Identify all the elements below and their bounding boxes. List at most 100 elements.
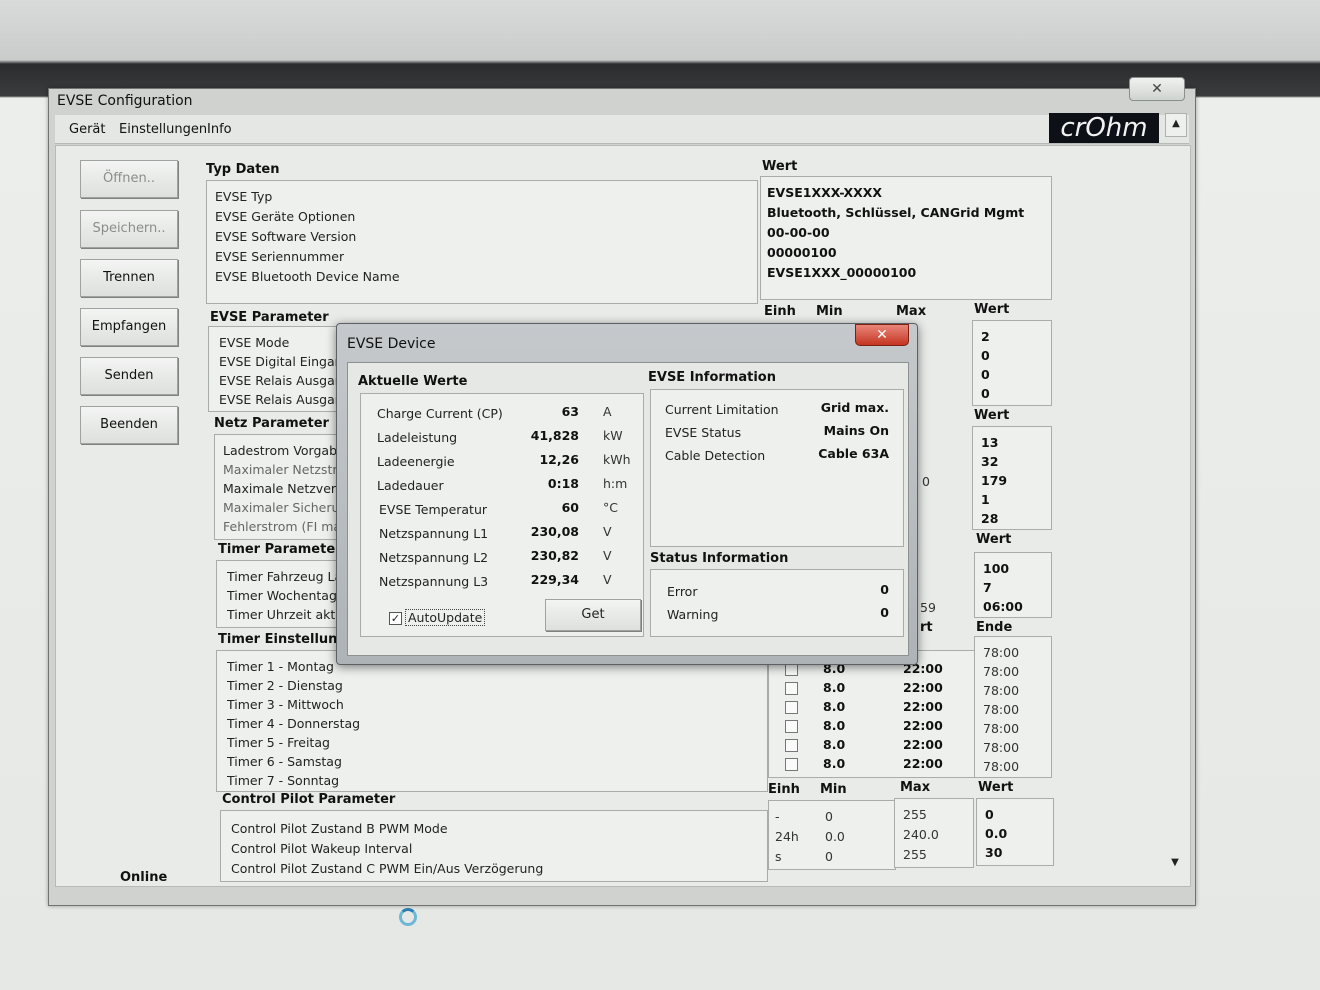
- aw-value: 60: [561, 500, 579, 515]
- menu-einstellungen[interactable]: Einstellungen: [119, 122, 207, 137]
- save-button[interactable]: Speichern..: [80, 210, 178, 248]
- status-information-header: Status Information: [650, 551, 789, 566]
- aw-unit: V: [603, 548, 612, 563]
- aw-label: Netzspannung L2: [379, 550, 489, 565]
- param-value[interactable]: 0: [981, 348, 990, 363]
- cp-value[interactable]: 30: [985, 845, 1002, 860]
- aw-label: Charge Current (CP): [377, 406, 503, 421]
- typ-daten-values-panel: EVSE1XXX-XXXX Bluetooth, Schlüssel, CANG…: [760, 176, 1052, 300]
- param-value[interactable]: 2: [981, 329, 990, 344]
- timer-param-value[interactable]: 06:00: [983, 599, 1023, 614]
- timer-param-value[interactable]: 100: [983, 561, 1009, 576]
- autoupdate-label[interactable]: AutoUpdate: [405, 609, 486, 626]
- timer-ende-value[interactable]: 78:00: [983, 645, 1019, 660]
- cp-value[interactable]: 0.0: [985, 826, 1007, 841]
- col-min: Min: [816, 304, 843, 319]
- netz-parameter-labels-panel: Ladestrom Vorgabe Maximaler Netzstrom Ma…: [214, 434, 350, 540]
- busy-spinner-icon: [399, 908, 417, 926]
- evse-parameter-labels-panel: EVSE Mode EVSE Digital Eingang EVSE Rela…: [208, 326, 351, 412]
- timer-ende-value[interactable]: 78:00: [983, 759, 1019, 774]
- netz-value[interactable]: 179: [981, 473, 1007, 488]
- cp-row-label: Control Pilot Zustand C PWM Ein/Aus Verz…: [231, 861, 544, 876]
- control-pilot-labels-panel: Control Pilot Zustand B PWM Mode Control…: [220, 810, 768, 882]
- timer-start-value[interactable]: 8.0: [823, 737, 845, 752]
- timer-enable-checkbox[interactable]: [785, 758, 798, 771]
- timer-ende-values-panel: 78:00 78:00 78:00 78:00 78:00 78:00 78:0…: [974, 636, 1052, 778]
- si-label: Warning: [667, 607, 719, 622]
- ei-label: Current Limitation: [665, 402, 779, 417]
- param-value[interactable]: 0: [981, 386, 990, 401]
- aw-value: 230,08: [530, 524, 579, 539]
- menu-info[interactable]: Info: [207, 122, 232, 137]
- timer-start-value[interactable]: 8.0: [823, 699, 845, 714]
- brand-logo: crOhm: [1049, 113, 1159, 143]
- exit-button[interactable]: Beenden: [80, 406, 178, 444]
- netz-max-partial: 0: [922, 474, 930, 489]
- cp-einh: s: [775, 849, 782, 864]
- cp-row-label: Control Pilot Zustand B PWM Mode: [231, 821, 448, 836]
- get-button[interactable]: Get: [545, 599, 641, 631]
- timer-ende-value[interactable]: 78:00: [983, 702, 1019, 717]
- timer-param-value[interactable]: 7: [983, 580, 992, 595]
- cp-value[interactable]: 0: [985, 807, 994, 822]
- timer-enable-checkbox[interactable]: [785, 739, 798, 752]
- netz-row-label: Ladestrom Vorgabe: [223, 443, 345, 458]
- netz-value[interactable]: 13: [981, 435, 998, 450]
- netz-value[interactable]: 1: [981, 492, 990, 507]
- timer-parameter-labels-panel: Timer Fahrzeug Lad Timer Wochentag al Ti…: [216, 560, 350, 628]
- cp-max: 255: [903, 807, 927, 822]
- timer-max-value[interactable]: 22:00: [903, 737, 943, 752]
- timer-max-value[interactable]: 22:00: [903, 680, 943, 695]
- netz-value[interactable]: 32: [981, 454, 998, 469]
- timer-param-label: Timer Fahrzeug Lad: [227, 569, 349, 584]
- typ-row-value: 00-00-00: [767, 225, 830, 240]
- evse-information-panel: Current Limitation EVSE Status Cable Det…: [650, 389, 904, 547]
- typ-row-value: Bluetooth, Schlüssel, CANGrid Mgmt: [767, 205, 1025, 220]
- timer-start-value[interactable]: 8.0: [823, 756, 845, 771]
- cp-min: 0: [825, 809, 833, 824]
- evse-parameter-header: EVSE Parameter: [210, 310, 329, 325]
- timer-ende-value[interactable]: 78:00: [983, 721, 1019, 736]
- autoupdate-checkbox[interactable]: ✓: [389, 612, 402, 625]
- timer-param-label: Timer Uhrzeit aktuel: [227, 607, 349, 622]
- timer-ende-value[interactable]: 78:00: [983, 740, 1019, 755]
- control-pilot-max-panel: 255 240.0 255: [894, 798, 974, 868]
- timer-max-partial: 59: [920, 600, 936, 615]
- scroll-down-icon[interactable]: ▼: [1165, 853, 1185, 873]
- scroll-up-icon[interactable]: ▲: [1165, 113, 1187, 137]
- send-button[interactable]: Senden: [80, 357, 178, 395]
- netz-value[interactable]: 28: [981, 511, 998, 526]
- netz-parameter-header: Netz Parameter: [214, 416, 329, 431]
- timer-start-value[interactable]: 8.0: [823, 680, 845, 695]
- dialog-close-button[interactable]: ✕: [855, 324, 909, 346]
- param-value[interactable]: 0: [981, 367, 990, 382]
- typ-daten-labels-panel: EVSE Typ EVSE Geräte Optionen EVSE Softw…: [206, 180, 758, 304]
- timer-ende-value[interactable]: 78:00: [983, 664, 1019, 679]
- col-start-partial: rt: [920, 620, 933, 635]
- timer-ende-value[interactable]: 78:00: [983, 683, 1019, 698]
- aw-value: 230,82: [530, 548, 579, 563]
- timer-enable-checkbox[interactable]: [785, 701, 798, 714]
- timer-enable-checkbox[interactable]: [785, 682, 798, 695]
- aw-label: EVSE Temperatur: [379, 502, 488, 517]
- control-pilot-minmax-panel: - 24h s 0 0.0 0: [768, 800, 896, 870]
- param-row-label: EVSE Mode: [219, 335, 290, 350]
- timer-enable-checkbox[interactable]: [785, 720, 798, 733]
- timer-max-value[interactable]: 22:00: [903, 699, 943, 714]
- menu-geraet[interactable]: Gerät: [69, 122, 105, 137]
- aw-unit: V: [603, 524, 612, 539]
- timer-einstellungen-labels-panel: Timer 1 - Montag Timer 2 - Dienstag Time…: [216, 650, 768, 792]
- timer-max-value[interactable]: 22:00: [903, 756, 943, 771]
- disconnect-button[interactable]: Trennen: [80, 259, 178, 297]
- timer-max-value[interactable]: 22:00: [903, 718, 943, 733]
- timer-start-value[interactable]: 8.0: [823, 718, 845, 733]
- receive-button[interactable]: Empfangen: [80, 308, 178, 346]
- cp-min: 0.0: [825, 829, 845, 844]
- aw-unit: °C: [603, 500, 618, 515]
- close-button[interactable]: ✕: [1129, 77, 1185, 101]
- col-wert-cp: Wert: [978, 780, 1014, 795]
- evse-parameter-values-panel: 2 0 0 0: [972, 320, 1052, 406]
- open-button[interactable]: Öffnen..: [80, 160, 178, 198]
- control-pilot-header: Control Pilot Parameter: [222, 792, 396, 807]
- control-pilot-values-panel: 0 0.0 30: [976, 798, 1054, 866]
